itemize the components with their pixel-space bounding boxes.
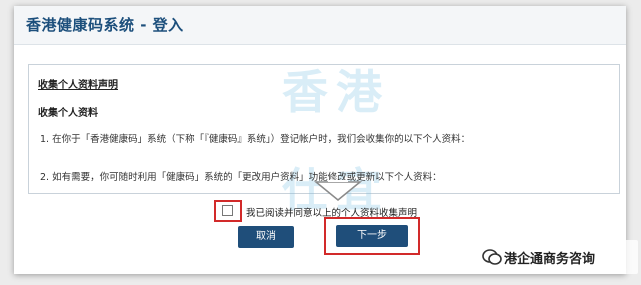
cancel-button[interactable]: 取消 xyxy=(238,226,294,248)
wechat-account-name: 港企通商务咨询 xyxy=(504,252,596,267)
next-button[interactable]: 下一步 xyxy=(336,225,408,247)
agreement-checkbox[interactable] xyxy=(222,205,233,216)
notice-item-2: 2. 如有需要，你可随时利用「健康码」系统的「更改用户资料」功能修改或更新以下个… xyxy=(40,172,442,183)
notice-item-1: 1. 在你于「香港健康码」系统（下称「『健康码』系统」）登记帐户时，我们会收集你… xyxy=(40,134,471,145)
login-window: 香港健康码系统 - 登入 香港 仕宜 收集个人资料声明 收集个人资料 1. 在你… xyxy=(14,6,626,274)
page-title: 香港健康码系统 - 登入 xyxy=(26,16,184,34)
wechat-overlay: 港企通商务咨询 xyxy=(478,240,638,274)
notice-heading: 收集个人资料声明 xyxy=(38,80,118,91)
notice-subheading: 收集个人资料 xyxy=(38,108,98,119)
wechat-icon xyxy=(482,249,502,265)
watermark-line-1: 香港 xyxy=(282,65,390,119)
title-bar: 香港健康码系统 - 登入 xyxy=(14,6,626,45)
